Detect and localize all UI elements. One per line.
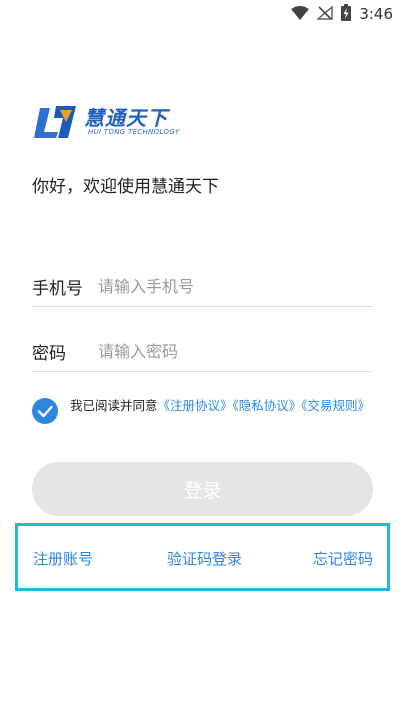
register-account-link[interactable]: 注册账号: [33, 548, 93, 569]
code-login-link[interactable]: 验证码登录: [167, 548, 242, 569]
wifi-icon: [291, 5, 310, 24]
logo-mark-icon: [34, 106, 76, 138]
phone-field-row: 手机号: [32, 266, 373, 307]
phone-label: 手机号: [32, 279, 83, 299]
privacy-agreement-link[interactable]: 《隐私协议》: [233, 398, 302, 413]
auth-links-box: 注册账号 验证码登录 忘记密码: [15, 523, 390, 591]
no-signal-icon: [316, 4, 334, 24]
checkmark-icon: [37, 405, 53, 418]
phone-input[interactable]: [96, 270, 370, 302]
trade-rules-link[interactable]: 《交易规则》: [301, 398, 370, 413]
agreement-checkbox[interactable]: [32, 398, 58, 424]
status-bar: 3:46: [0, 0, 405, 28]
agreement-prefix: 我已阅读并同意: [70, 398, 158, 413]
status-icons: 3:46: [291, 3, 393, 25]
password-input[interactable]: [96, 335, 370, 367]
register-agreement-link[interactable]: 《注册协议》: [158, 398, 233, 413]
logo-subtitle: HUI TONG TECHNOLOGY: [88, 128, 180, 136]
agreement-text: 我已阅读并同意《注册协议》《隐私协议》《交易规则》: [70, 398, 375, 414]
logo-brand-text: 慧通天下: [84, 106, 168, 130]
forgot-password-link[interactable]: 忘记密码: [313, 548, 373, 569]
app-logo: 慧通天下 HUI TONG TECHNOLOGY: [32, 100, 192, 144]
login-button[interactable]: 登录: [32, 462, 373, 516]
password-label: 密码: [32, 344, 66, 364]
password-field-row: 密码: [32, 331, 373, 372]
status-time: 3:46: [359, 5, 393, 23]
welcome-text: 你好，欢迎使用慧通天下: [32, 177, 219, 197]
battery-charging-icon: [341, 3, 352, 25]
